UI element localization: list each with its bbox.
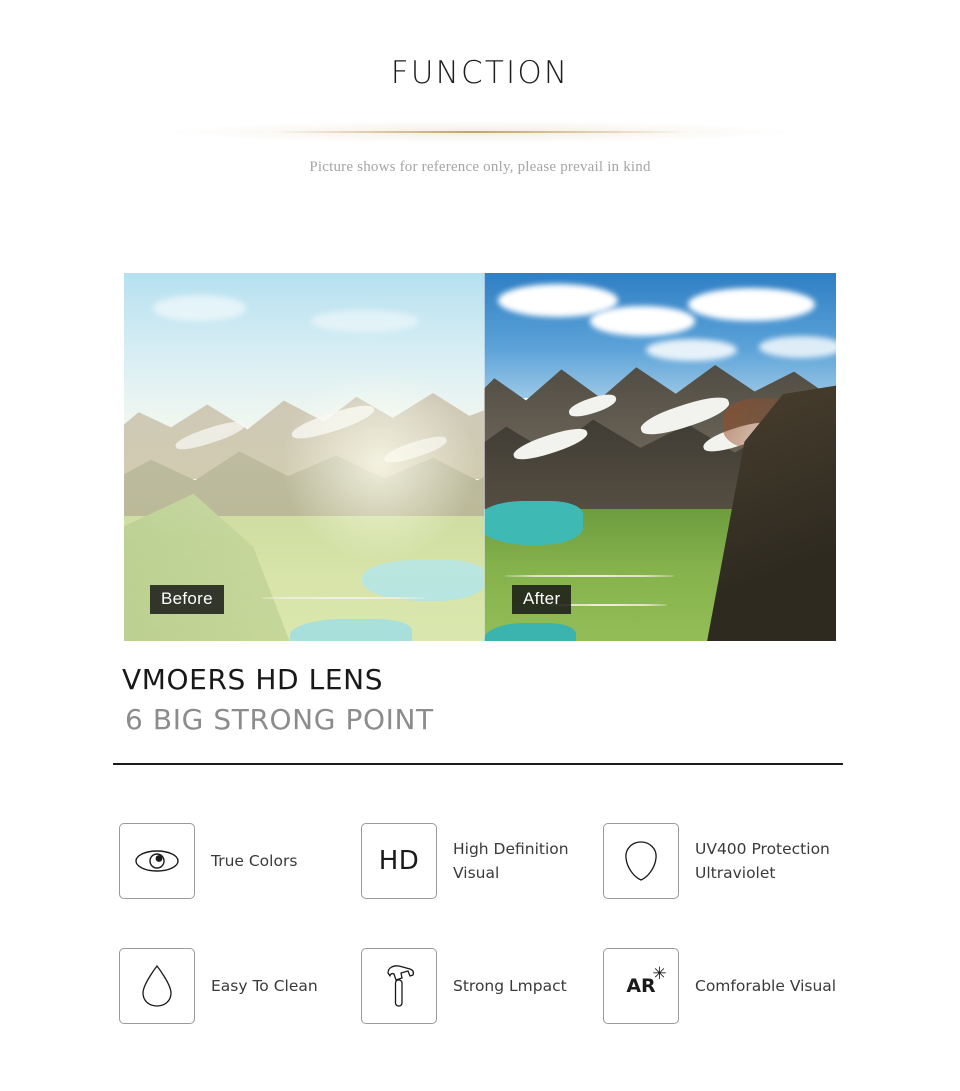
tagline-heading: 6 BIG STRONG POINT (125, 703, 434, 737)
eye-icon-box (119, 823, 195, 899)
uv-shield-icon-box (603, 823, 679, 899)
after-image-half: After (484, 273, 836, 641)
feature-label: UV400 Protection Ultraviolet (695, 839, 830, 882)
feature-comfortable-visual: AR ✳ Comforable Visual (603, 948, 859, 1024)
cloud-icon (589, 306, 696, 336)
feature-label: Easy To Clean (211, 976, 318, 995)
page-subtitle: Picture shows for reference only, please… (309, 159, 651, 175)
feature-easy-to-clean: Easy To Clean (119, 948, 361, 1024)
hd-text-icon: HD (378, 846, 420, 876)
feature-grid: True Colors HD High Definition Visual UV… (119, 823, 859, 1024)
feature-true-colors: True Colors (119, 823, 361, 899)
ar-coating-icon: AR ✳ (626, 966, 666, 998)
eye-icon (135, 850, 179, 872)
feature-strong-impact: Strong Lmpact (361, 948, 603, 1024)
hammer-icon-box (361, 948, 437, 1024)
section-rule (113, 763, 843, 765)
water-drop-icon (142, 964, 172, 1007)
uv-shield-icon (625, 841, 657, 881)
product-headings: VMOERS HD LENS 6 BIG STRONG POINT (122, 663, 434, 737)
feature-row: True Colors HD High Definition Visual UV… (119, 823, 859, 899)
feature-row: Easy To Clean Strong Lmpact AR ✳ Comfora… (119, 948, 859, 1024)
feature-uv400: UV400 Protection Ultraviolet (603, 823, 859, 899)
comparison-seam (484, 273, 485, 641)
feature-label: True Colors (211, 851, 298, 870)
trail (505, 574, 675, 577)
page-header: FUNCTION Picture shows for reference onl… (0, 0, 960, 176)
page-title: FUNCTION (390, 55, 570, 91)
after-label: After (512, 585, 572, 614)
hammer-icon (387, 965, 415, 1007)
hd-icon-box: HD (361, 823, 437, 899)
sparkle-icon: ✳ (652, 964, 667, 984)
feature-high-definition: HD High Definition Visual (361, 823, 603, 899)
cloud-icon (758, 335, 836, 358)
brand-heading: VMOERS HD LENS (122, 663, 384, 696)
feature-label: Comforable Visual (695, 976, 837, 995)
divider-line (270, 131, 690, 133)
cloud-icon (688, 287, 815, 321)
lake (484, 501, 583, 546)
feature-label: High Definition Visual (453, 839, 569, 882)
ar-text: AR (626, 975, 656, 997)
feature-label: Strong Lmpact (453, 976, 567, 995)
gold-divider (0, 121, 960, 143)
ar-icon-box: AR ✳ (603, 948, 679, 1024)
water-drop-icon-box (119, 948, 195, 1024)
before-after-comparison-image: Before After (124, 273, 836, 641)
before-label: Before (150, 585, 224, 614)
before-image-half: Before (124, 273, 484, 641)
